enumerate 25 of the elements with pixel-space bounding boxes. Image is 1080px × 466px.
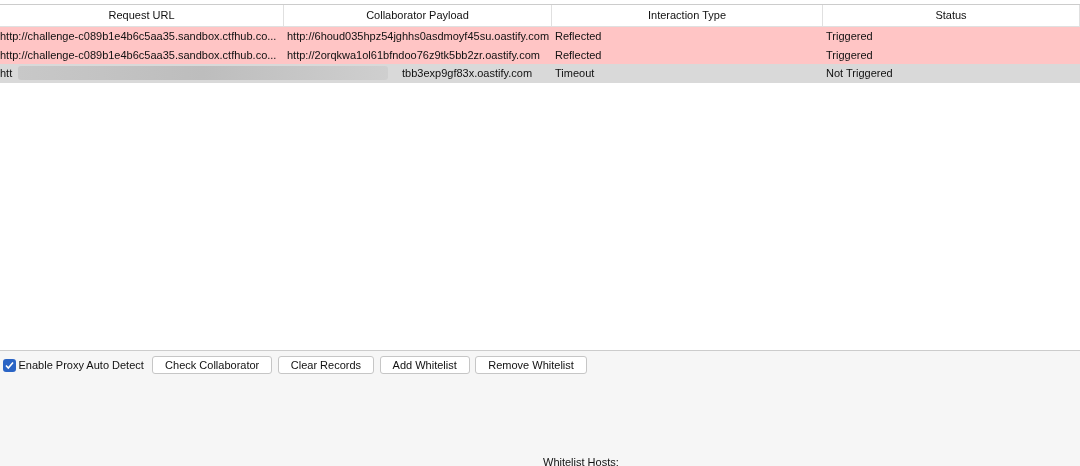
column-header[interactable]: Interaction Type [552, 5, 823, 26]
table-cell: http://6houd035hpz54jghhs0asdmoyf45su.oastify.com [287, 30, 550, 42]
table-cell: Reflected [555, 48, 602, 61]
column-header[interactable]: Collaborator Payload [284, 5, 552, 26]
whitelist-label: Whitelist Hosts: [543, 455, 619, 466]
column-header[interactable]: Request URL [0, 5, 284, 26]
table-cell: http://challenge-c089b1e4b6c5aa35.sandbox.ctfhub.co... [0, 48, 277, 61]
table-cell: Triggered [826, 48, 873, 61]
table-cell: Not Triggered [826, 67, 893, 79]
proxy-checkbox[interactable]: Enable Proxy Auto Detect [2, 356, 144, 374]
table-cell: Triggered [826, 30, 873, 42]
table-cell: Reflected [555, 30, 602, 42]
action-button[interactable]: Remove Whitelist [475, 356, 587, 374]
table-row[interactable]: htt tbb3exp9gf83x.oastify.com Timeout Not Triggered [0, 64, 1080, 83]
checkbox[interactable] [2, 358, 16, 372]
table-cell: htt [0, 67, 13, 79]
table-row[interactable]: http://challenge-c089b1e4b6c5aa35.sandbox.ctfhub.co... http://6houd035hpz54jghhs0asdmoyf45su.oastify.com Reflected Triggered [0, 27, 1080, 46]
action-button[interactable]: Clear Records [277, 356, 375, 374]
table-cell: http://challenge-c089b1e4b6c5aa35.sandbox.ctfhub.co... [0, 30, 277, 42]
action-button[interactable]: Check Collaborator [152, 356, 273, 374]
column-header[interactable]: Status [823, 5, 1080, 26]
table-cell: tbb3exp9gf83x.oastify.com [402, 67, 533, 79]
table-cell: Timeout [555, 67, 595, 79]
table-cell: http://2orqkwa1ol61bfndoo76z9tk5bb2zr.oastify.com [287, 48, 540, 61]
action-button[interactable]: Add Whitelist [379, 356, 470, 374]
